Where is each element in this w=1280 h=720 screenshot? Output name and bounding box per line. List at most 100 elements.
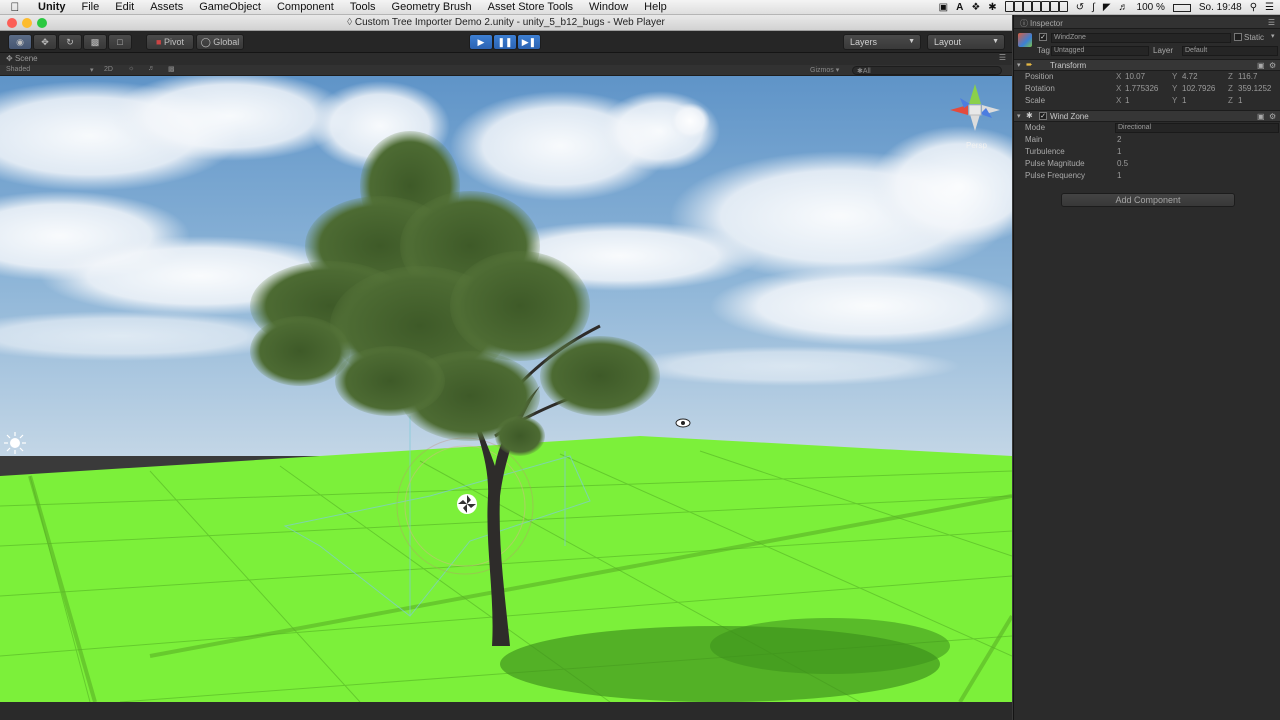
help-icon[interactable]: ▣ (1257, 112, 1265, 121)
tab-menu-icon[interactable]: ☰ (1268, 18, 1275, 27)
pivot-toggle-button[interactable]: ■ Pivot (146, 34, 194, 50)
scene-search-placeholder: ✱All (857, 68, 871, 75)
scale-y-field[interactable]: 1 (1182, 95, 1186, 107)
time-machine-icon[interactable]: ↺ (1076, 2, 1084, 13)
menu-unity[interactable]: Unity (30, 1, 74, 13)
adobe-icon[interactable]: A (956, 2, 963, 13)
menu-file[interactable]: File (74, 1, 108, 13)
position-x-field[interactable]: 10.07 (1125, 71, 1145, 83)
rotate-tool-button[interactable]: ↻ (58, 34, 82, 50)
rotation-x-field[interactable]: 1.775326 (1125, 83, 1158, 95)
scene-lighting-icon[interactable]: ☼ (128, 65, 134, 72)
camera-icon[interactable]: ▣ (939, 2, 948, 13)
component-gear-icon[interactable]: ⚙ (1269, 112, 1276, 121)
z-axis-label: Z (1228, 96, 1233, 105)
menu-geometry-brush[interactable]: Geometry Brush (384, 1, 480, 13)
add-component-label: Add Component (1115, 195, 1181, 205)
shading-mode-dropdown[interactable]: Shaded ▾ (6, 66, 94, 74)
scale-x-field[interactable]: 1 (1125, 95, 1129, 107)
menu-tools[interactable]: Tools (342, 1, 384, 13)
y-axis-label: Y (1172, 72, 1178, 81)
volume-icon[interactable]: ♬ (1119, 2, 1129, 13)
turbulence-field[interactable]: 1 (1117, 146, 1121, 158)
layout-dropdown[interactable]: Layout ▼ (927, 34, 1005, 50)
perspective-label[interactable]: Persp (966, 141, 987, 150)
bluetooth-icon[interactable]: ∫ (1092, 2, 1095, 13)
layer-dropdown[interactable]: Default (1182, 46, 1278, 56)
memory-meter-icon[interactable] (1004, 0, 1068, 15)
pause-button[interactable]: ❚❚ (493, 34, 517, 50)
hand-tool-button[interactable]: ◉ (8, 34, 32, 50)
step-button[interactable]: ▶❚ (517, 34, 541, 50)
add-component-button[interactable]: Add Component (1061, 193, 1235, 207)
menu-component[interactable]: Component (269, 1, 342, 13)
tag-value: Untagged (1054, 47, 1085, 54)
tab-scene[interactable]: ✥ Scene (6, 54, 38, 63)
layers-dropdown[interactable]: Layers ▼ (843, 34, 921, 50)
scene-audio-icon[interactable]: ♬ (148, 65, 155, 72)
menu-help[interactable]: Help (636, 1, 675, 13)
static-checkbox[interactable] (1234, 33, 1242, 41)
help-icon[interactable]: ▣ (1257, 61, 1265, 70)
z-axis-label: Z (1228, 72, 1233, 81)
inspector-panel: ⓘ Inspector ☰ ✓ WindZone Static ▾ Tag Un… (1013, 15, 1280, 720)
scene-search-input[interactable]: ✱All (852, 66, 1002, 75)
scale-label: Scale (1025, 96, 1046, 105)
scale-z-field[interactable]: 1 (1238, 95, 1242, 107)
light-gizmo-icon[interactable] (4, 432, 26, 454)
move-arrows-icon: ✥ (41, 37, 49, 47)
2d-toggle[interactable]: 2D (104, 66, 113, 73)
dropbox-icon[interactable]: ❖ (971, 2, 980, 13)
battery-icon[interactable] (1172, 3, 1191, 12)
notification-center-icon[interactable]: ☰ (1265, 2, 1274, 13)
position-z-field[interactable]: 116.7 (1238, 71, 1257, 83)
transform-title: Transform (1050, 61, 1087, 70)
foldout-arrow-icon[interactable]: ▾ (1017, 61, 1021, 69)
tag-dropdown[interactable]: Untagged (1051, 46, 1149, 56)
menu-asset-store-tools[interactable]: Asset Store Tools (480, 1, 581, 13)
component-gear-icon[interactable]: ⚙ (1269, 61, 1276, 70)
camera-eye-icon[interactable] (675, 418, 691, 428)
chevron-down-icon: ▼ (992, 38, 999, 45)
rect-tool-button[interactable]: □ (108, 34, 132, 50)
pulse-frequency-row: Pulse Frequency 1 (1014, 170, 1280, 182)
mode-dropdown[interactable]: Directional (1115, 123, 1279, 133)
chevron-down-icon[interactable]: ▾ (1271, 32, 1275, 40)
settings-icon[interactable]: ✱ (988, 2, 996, 13)
pulse-frequency-field[interactable]: 1 (1117, 170, 1121, 182)
scene-render (0, 76, 1012, 702)
wind-zone-icon[interactable] (457, 494, 477, 514)
active-checkbox[interactable]: ✓ (1039, 33, 1047, 41)
wind-zone-header[interactable]: ▾ ✱ ✓ Wind Zone ▣ ⚙ (1014, 110, 1280, 122)
gizmos-dropdown[interactable]: Gizmos ▾ (810, 66, 839, 74)
pulse-magnitude-field[interactable]: 0.5 (1117, 158, 1128, 170)
apple-icon[interactable]:  (0, 0, 30, 14)
scene-effects-icon[interactable]: ▩ (168, 65, 175, 73)
main-field[interactable]: 2 (1117, 134, 1121, 146)
menu-edit[interactable]: Edit (107, 1, 142, 13)
menu-window[interactable]: Window (581, 1, 636, 13)
position-y-field[interactable]: 4.72 (1182, 71, 1198, 83)
move-tool-button[interactable]: ✥ (33, 34, 57, 50)
wind-zone-enabled-checkbox[interactable]: ✓ (1039, 112, 1047, 120)
gameobject-icon (1018, 33, 1032, 47)
scale-tool-button[interactable]: ▩ (83, 34, 107, 50)
tab-inspector[interactable]: Inspector (1030, 19, 1063, 28)
global-toggle-button[interactable]: ◯ Global (196, 34, 244, 50)
menu-gameobject[interactable]: GameObject (191, 1, 269, 13)
tab-menu-icon[interactable]: ☰ (999, 53, 1006, 62)
foldout-arrow-icon[interactable]: ▾ (1017, 112, 1021, 120)
wifi-icon[interactable]: ◤ (1103, 2, 1111, 13)
unity-document-icon: ◊ (347, 17, 353, 28)
clock[interactable]: So. 19:48 (1199, 2, 1242, 13)
transform-header[interactable]: ▾ ➨ Transform ▣ ⚙ (1014, 59, 1280, 71)
rotation-y-field[interactable]: 102.7926 (1182, 83, 1215, 95)
object-name-field[interactable]: WindZone (1051, 33, 1231, 43)
window-title-text: Custom Tree Importer Demo 2.unity - unit… (354, 17, 665, 28)
spotlight-icon[interactable]: ⚲ (1250, 2, 1257, 13)
play-button[interactable]: ▶ (469, 34, 493, 50)
rotation-z-field[interactable]: 359.1252 (1238, 83, 1271, 95)
scene-viewport[interactable]: Persp (0, 76, 1012, 702)
menu-assets[interactable]: Assets (142, 1, 191, 13)
main-label: Main (1025, 135, 1043, 144)
